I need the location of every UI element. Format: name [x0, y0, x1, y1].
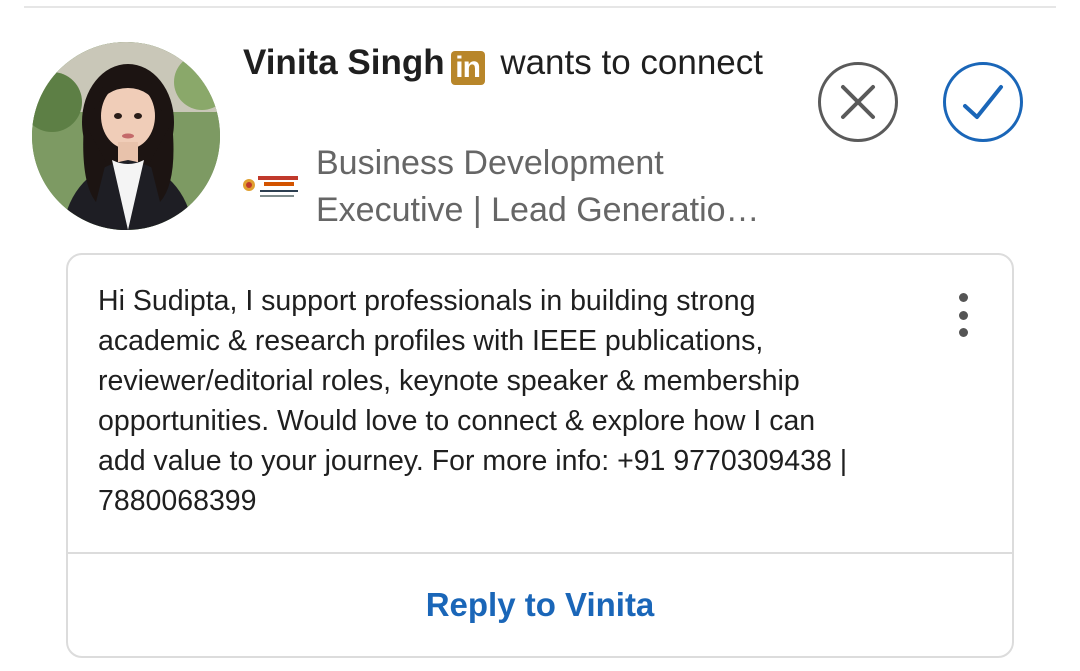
accept-button[interactable] [943, 62, 1023, 142]
linkedin-premium-icon: in [450, 51, 485, 85]
top-divider [24, 6, 1056, 8]
sender-name[interactable]: Vinita Singh [243, 43, 445, 82]
more-dot [958, 293, 968, 302]
invitation-message: Hi Sudipta, I support professionals in b… [98, 285, 848, 517]
action-text: wants to connect [490, 43, 763, 82]
sender-headline: Business Development Executive | Lead Ge… [316, 144, 760, 229]
company-logo [240, 170, 304, 202]
checkmark-icon [963, 85, 1003, 119]
close-icon [841, 85, 875, 119]
more-vertical-icon[interactable] [950, 293, 976, 337]
avatar-image [32, 42, 220, 230]
message-card: Hi Sudipta, I support professionals in b… [66, 253, 1014, 658]
more-dot [958, 328, 968, 337]
ignore-button[interactable] [818, 62, 898, 142]
invitation-card: Vinita Singh in wants to connect Business… [0, 0, 1080, 671]
avatar[interactable] [32, 42, 220, 230]
more-dot [958, 310, 968, 320]
reply-button[interactable]: Reply to Vinita [68, 554, 1012, 656]
invitation-title: Vinita Singh in wants to connect [243, 40, 783, 86]
